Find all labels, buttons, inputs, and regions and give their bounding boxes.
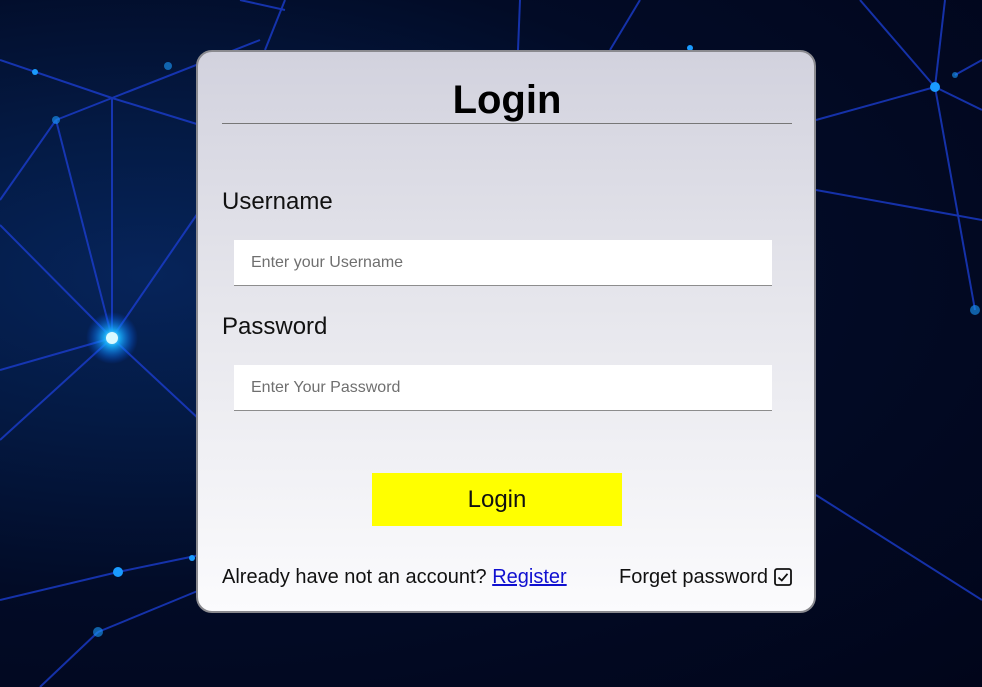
login-button[interactable]: Login bbox=[372, 473, 622, 526]
login-title: Login bbox=[452, 78, 562, 122]
title-divider bbox=[222, 123, 792, 124]
register-prompt-text: Already have not an account? bbox=[222, 566, 487, 588]
register-link[interactable]: Register bbox=[492, 566, 566, 588]
forget-password[interactable]: Forget password bbox=[619, 565, 792, 589]
username-input[interactable] bbox=[234, 240, 772, 286]
checkbox-checked-icon[interactable] bbox=[774, 568, 792, 586]
login-card: Login Username Password Login Already ha… bbox=[196, 50, 816, 613]
register-prompt: Already have not an account? Register bbox=[222, 565, 567, 589]
forget-password-label[interactable]: Forget password bbox=[619, 565, 768, 589]
password-input[interactable] bbox=[234, 365, 772, 411]
password-label: Password bbox=[222, 313, 328, 340]
username-label: Username bbox=[222, 188, 333, 215]
